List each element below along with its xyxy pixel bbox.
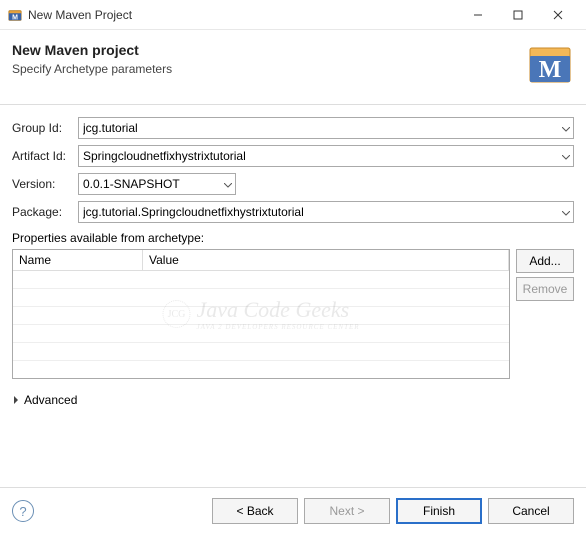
window-title: New Maven Project xyxy=(28,8,458,22)
artifact-id-input[interactable] xyxy=(78,145,574,167)
table-row[interactable] xyxy=(13,343,509,361)
advanced-label: Advanced xyxy=(24,393,77,407)
advanced-toggle[interactable]: Advanced xyxy=(12,393,574,407)
dialog-footer: ? < Back Next > Finish Cancel xyxy=(0,487,586,534)
add-button[interactable]: Add... xyxy=(516,249,574,273)
chevron-right-icon xyxy=(12,393,20,407)
group-id-label: Group Id: xyxy=(12,121,78,135)
dialog-header: New Maven project Specify Archetype para… xyxy=(0,30,586,105)
page-title: New Maven project xyxy=(12,42,172,58)
minimize-button[interactable] xyxy=(458,1,498,29)
maven-logo: M xyxy=(526,42,574,90)
maven-icon: M xyxy=(8,8,22,22)
watermark: JCG Java Code Geeks JAVA 2 DEVELOPERS RE… xyxy=(162,297,359,331)
page-subtitle: Specify Archetype parameters xyxy=(12,62,172,76)
properties-section-label: Properties available from archetype: xyxy=(12,231,574,245)
cancel-button[interactable]: Cancel xyxy=(488,498,574,524)
close-button[interactable] xyxy=(538,1,578,29)
column-header-name[interactable]: Name xyxy=(13,250,143,270)
back-button[interactable]: < Back xyxy=(212,498,298,524)
group-id-input[interactable] xyxy=(78,117,574,139)
package-input[interactable] xyxy=(78,201,574,223)
version-label: Version: xyxy=(12,177,78,191)
svg-text:M: M xyxy=(539,57,562,83)
properties-table[interactable]: Name Value JCG Java Code Geeks JAVA 2 DE… xyxy=(12,249,510,379)
package-label: Package: xyxy=(12,205,78,219)
svg-text:M: M xyxy=(12,14,18,21)
help-button[interactable]: ? xyxy=(12,500,34,522)
column-header-value[interactable]: Value xyxy=(143,250,509,270)
version-input[interactable] xyxy=(78,173,236,195)
finish-button[interactable]: Finish xyxy=(396,498,482,524)
table-row[interactable] xyxy=(13,271,509,289)
artifact-id-label: Artifact Id: xyxy=(12,149,78,163)
next-button[interactable]: Next > xyxy=(304,498,390,524)
maximize-button[interactable] xyxy=(498,1,538,29)
window-titlebar: M New Maven Project xyxy=(0,0,586,30)
remove-button[interactable]: Remove xyxy=(516,277,574,301)
